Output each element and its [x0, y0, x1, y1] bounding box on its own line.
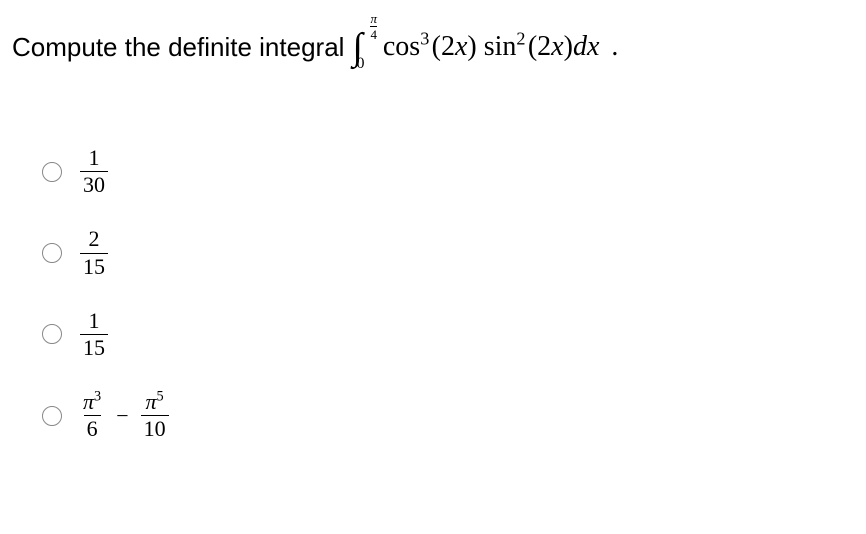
question-period: . — [611, 31, 618, 63]
arg1-var: x — [455, 31, 467, 62]
dvar-x: x — [587, 31, 599, 62]
fraction-a: 1 30 — [80, 146, 108, 197]
fraction-d1-den: 6 — [84, 415, 101, 441]
fraction-b: 2 15 — [80, 227, 108, 278]
arg2-coef: 2 — [537, 31, 551, 62]
upper-limit-den: 4 — [370, 26, 377, 41]
fraction-d2-num: π5 — [143, 390, 167, 415]
fraction-d2-den: 10 — [141, 415, 169, 441]
cos-power: 3 — [420, 29, 429, 49]
radio-icon[interactable] — [42, 243, 62, 263]
integral-upper-limit: π 4 — [370, 12, 377, 41]
fraction-a-num: 1 — [86, 146, 103, 171]
fraction-c: 1 15 — [80, 309, 108, 360]
fraction-d1-num: π3 — [80, 390, 104, 415]
arg2-var: x — [551, 31, 563, 62]
radio-icon[interactable] — [42, 406, 62, 426]
minus-sign: − — [116, 403, 128, 429]
sin-fn: sin — [484, 31, 517, 62]
option-d[interactable]: π3 6 − π5 10 — [42, 390, 854, 441]
option-a[interactable]: 1 30 — [42, 146, 854, 197]
pi-exp: 3 — [94, 389, 101, 405]
option-c[interactable]: 1 15 — [42, 309, 854, 360]
pi-exp: 5 — [157, 389, 164, 405]
option-d-content: π3 6 − π5 10 — [80, 390, 169, 441]
upper-limit-num: π — [370, 12, 377, 26]
options-list: 1 30 2 15 1 15 π3 6 − — [12, 146, 854, 442]
pi-symbol: π — [83, 389, 94, 414]
cos-fn: cos — [383, 31, 420, 62]
radio-icon[interactable] — [42, 324, 62, 344]
integral-sign: ∫ π 4 0 — [352, 28, 362, 66]
option-b[interactable]: 2 15 — [42, 227, 854, 278]
integral-lower-limit: 0 — [356, 56, 364, 72]
option-a-content: 1 30 — [80, 146, 108, 197]
arg1-coef: 2 — [441, 31, 455, 62]
sin-power: 2 — [516, 29, 525, 49]
fraction-c-den: 15 — [80, 334, 108, 360]
question-prompt: Compute the definite integral — [12, 32, 344, 63]
dvar-d: d — [573, 31, 587, 62]
fraction-b-den: 15 — [80, 253, 108, 279]
fraction-c-num: 1 — [86, 309, 103, 334]
integral-expression: ∫ π 4 0 cos3 (2x) sin2 (2x)dx . — [352, 28, 618, 66]
option-b-content: 2 15 — [80, 227, 108, 278]
option-c-content: 1 15 — [80, 309, 108, 360]
radio-icon[interactable] — [42, 162, 62, 182]
fraction-d2: π5 10 — [141, 390, 169, 441]
fraction-b-num: 2 — [86, 227, 103, 252]
fraction-a-den: 30 — [80, 171, 108, 197]
pi-symbol: π — [146, 389, 157, 414]
question-text: Compute the definite integral ∫ π 4 0 co… — [12, 28, 854, 66]
fraction-d1: π3 6 — [80, 390, 104, 441]
integrand: cos3 (2x) sin2 (2x)dx — [383, 31, 600, 63]
